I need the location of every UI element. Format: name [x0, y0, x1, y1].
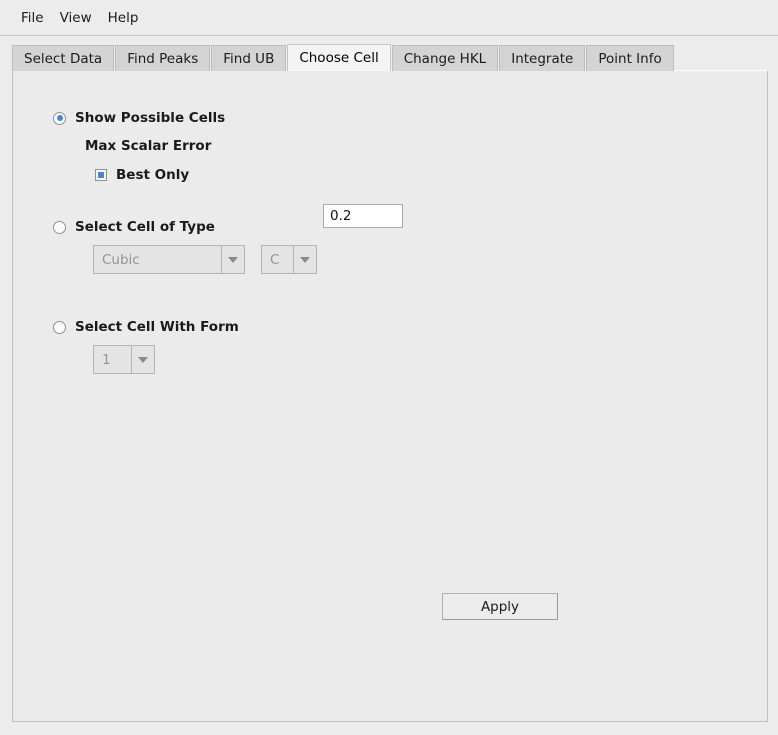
form-number-dropdown[interactable]: 1 — [93, 345, 155, 374]
cell-type-dropdown-value: Cubic — [94, 246, 221, 273]
radio-label-show-possible-cells: Show Possible Cells — [75, 110, 225, 126]
max-scalar-error-input[interactable] — [323, 204, 403, 228]
chevron-down-icon[interactable] — [293, 246, 316, 273]
radio-indicator-select-cell-with-form[interactable] — [53, 321, 66, 334]
label-max-scalar-error: Max Scalar Error — [85, 138, 211, 154]
chevron-down-icon[interactable] — [221, 246, 244, 273]
checkbox-indicator-best-only[interactable] — [95, 169, 107, 181]
tab-integrate[interactable]: Integrate — [499, 45, 585, 71]
tab-point-info[interactable]: Point Info — [586, 45, 673, 71]
centering-dropdown-value: C — [262, 246, 293, 273]
menu-bar: File View Help — [0, 0, 778, 36]
radio-indicator-select-cell-of-type[interactable] — [53, 221, 66, 234]
tab-find-peaks[interactable]: Find Peaks — [115, 45, 210, 71]
centering-dropdown[interactable]: C — [261, 245, 317, 274]
checkbox-best-only[interactable]: Best Only — [95, 167, 189, 183]
choose-cell-panel: Show Possible Cells Max Scalar Error Bes… — [12, 70, 768, 722]
tab-change-hkl[interactable]: Change HKL — [392, 45, 499, 71]
radio-indicator-show-possible-cells[interactable] — [53, 112, 66, 125]
menu-item-file[interactable]: File — [14, 7, 51, 29]
tab-bar: Select Data Find Peaks Find UB Choose Ce… — [12, 44, 675, 71]
radio-select-cell-with-form[interactable]: Select Cell With Form — [53, 319, 239, 335]
tab-find-ub[interactable]: Find UB — [211, 45, 286, 71]
tab-select-data[interactable]: Select Data — [12, 45, 114, 71]
radio-label-select-cell-of-type: Select Cell of Type — [75, 219, 215, 235]
chevron-down-icon[interactable] — [131, 346, 154, 373]
radio-show-possible-cells[interactable]: Show Possible Cells — [53, 110, 225, 126]
form-number-dropdown-value: 1 — [94, 346, 131, 373]
menu-item-view[interactable]: View — [53, 7, 99, 29]
radio-label-select-cell-with-form: Select Cell With Form — [75, 319, 239, 335]
radio-select-cell-of-type[interactable]: Select Cell of Type — [53, 219, 215, 235]
cell-type-dropdown[interactable]: Cubic — [93, 245, 245, 274]
apply-button[interactable]: Apply — [442, 593, 558, 620]
menu-item-help[interactable]: Help — [101, 7, 146, 29]
tab-choose-cell[interactable]: Choose Cell — [287, 44, 390, 71]
checkbox-label-best-only: Best Only — [116, 167, 189, 183]
